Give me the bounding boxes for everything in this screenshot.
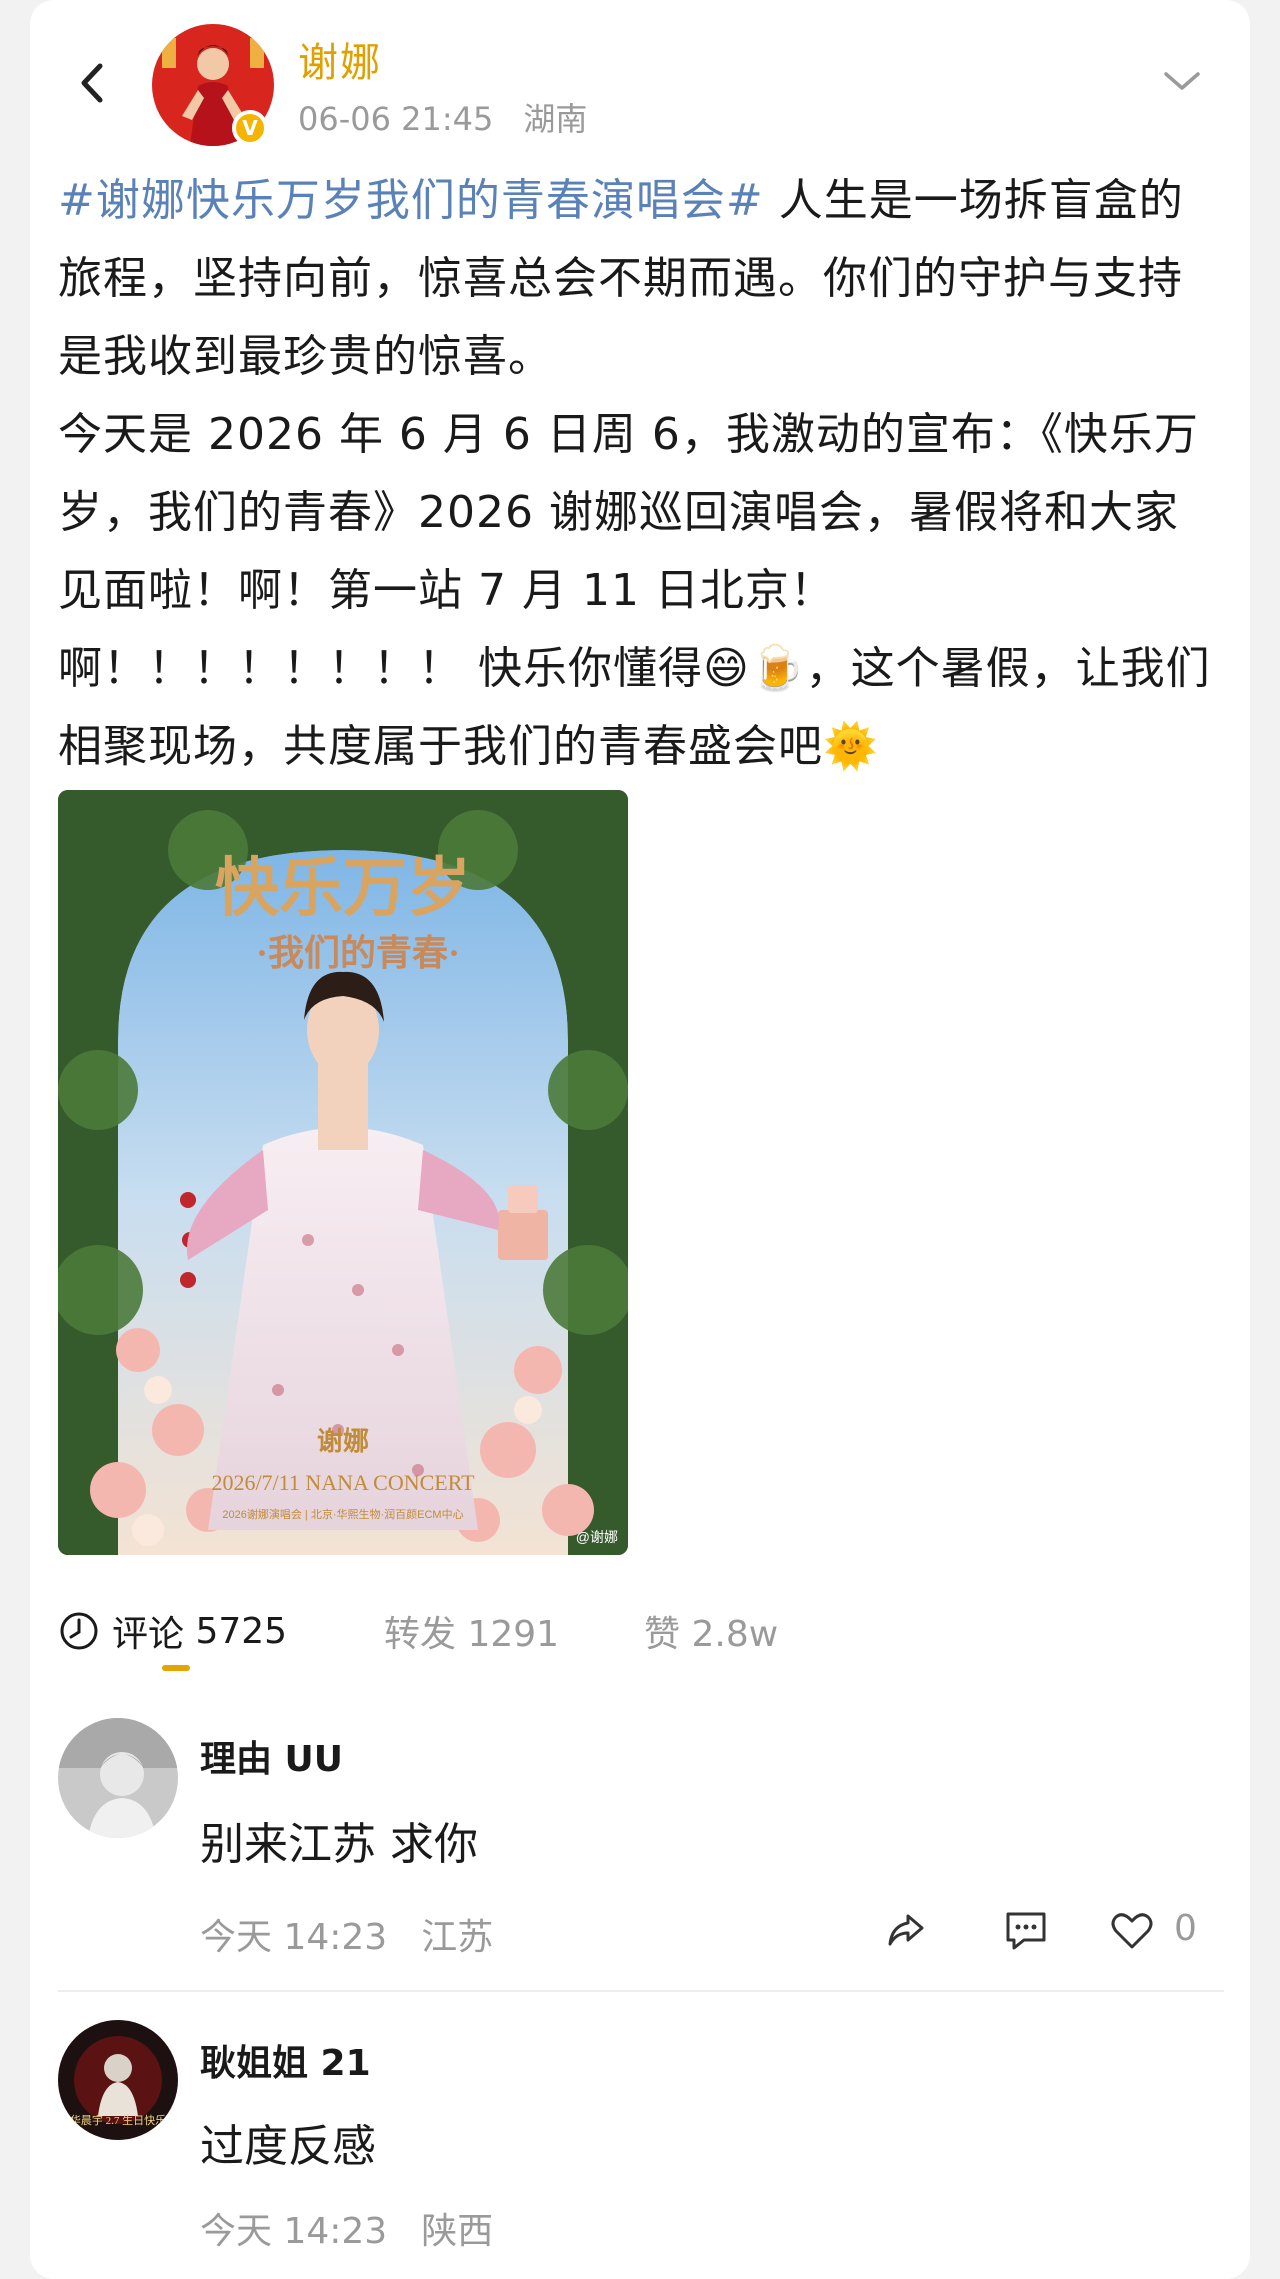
- verified-badge: V: [232, 110, 268, 146]
- commenter-avatar[interactable]: [58, 1718, 178, 1838]
- chevron-left-icon[interactable]: [68, 58, 118, 108]
- commenter-name[interactable]: 耿姐姐 21: [200, 2034, 371, 2086]
- poster-small-line: 2026谢娜演唱会 | 北京·华熙生物·润百颜ECM中心: [222, 1507, 463, 1521]
- hashtag-link[interactable]: #谢娜快乐万岁我们的青春演唱会#: [58, 175, 764, 226]
- chevron-down-icon[interactable]: [1162, 66, 1202, 96]
- tab-reposts-label: 转发: [384, 1614, 457, 1655]
- comment-time: 今天 14:23: [200, 2211, 388, 2252]
- poster-concert-line: 2026/7/11 NANA CONCERT: [211, 1470, 475, 1495]
- poster-title-sub: ·我们的青春·: [256, 933, 460, 973]
- tab-reposts-count: 1291: [467, 1614, 560, 1655]
- heart-icon[interactable]: [1108, 1906, 1156, 1954]
- tab-comments-count: 5725: [195, 1610, 288, 1652]
- comment-divider: [58, 1990, 1224, 1992]
- comment-text: 过度反感: [200, 2121, 376, 2172]
- concert-poster-image[interactable]: 快乐万岁 ·我们的青春· 谢娜 2026/7/11 NANA CONCERT 2…: [58, 790, 628, 1555]
- comment-location: 江苏: [421, 1917, 494, 1958]
- comment-meta: 今天 14:23 陕西: [200, 2202, 493, 2254]
- post-text: #谢娜快乐万岁我们的青春演唱会# 人生是一场拆盲盒的旅程，坚持向前，惊喜总会不期…: [58, 162, 1218, 786]
- tab-likes-label: 赞: [644, 1614, 681, 1655]
- laughing-emoji-icon: 😄: [703, 643, 750, 694]
- post-meta: 06-06 21:45 湖南: [298, 94, 587, 140]
- clock-icon: [60, 1612, 98, 1650]
- share-icon[interactable]: [882, 1906, 930, 1954]
- author-name[interactable]: 谢娜: [298, 30, 382, 88]
- image-watermark: @谢娜: [576, 1529, 618, 1545]
- poster-name: 谢娜: [317, 1426, 369, 1456]
- tab-reposts[interactable]: 转发 1291: [384, 1605, 559, 1657]
- commenter-name[interactable]: 理由 UU: [200, 1730, 343, 1782]
- interaction-tabs: 评论 5725 转发 1291 赞 2.8w: [58, 1605, 1218, 1685]
- beer-emoji-icon: 🍺: [749, 643, 806, 694]
- commenter-avatar[interactable]: 华晨宇 2.7 生日快乐: [58, 2020, 178, 2140]
- active-tab-indicator: [162, 1665, 190, 1671]
- comment-text: 别来江苏 求你: [200, 1819, 478, 1870]
- poster-title-main: 快乐万岁: [215, 853, 471, 924]
- comment-icon[interactable]: [1002, 1906, 1050, 1954]
- comment-meta: 今天 14:23 江苏: [200, 1908, 493, 1960]
- post-location: 湖南: [523, 100, 588, 138]
- tab-comments[interactable]: 评论 5725: [58, 1605, 287, 1657]
- comment-time: 今天 14:23: [200, 1917, 388, 1958]
- post-date: 06-06 21:45: [298, 100, 494, 138]
- sun-emoji-icon: 🌞: [823, 721, 879, 772]
- avatar-text: 华晨宇 2.7 生日快乐: [70, 2113, 166, 2127]
- like-count: 0: [1174, 1908, 1197, 1949]
- tab-comments-label: 评论: [112, 1614, 185, 1655]
- tab-likes[interactable]: 赞 2.8w: [644, 1605, 778, 1657]
- comment-location: 陕西: [421, 2211, 494, 2252]
- tab-likes-count: 2.8w: [691, 1614, 779, 1655]
